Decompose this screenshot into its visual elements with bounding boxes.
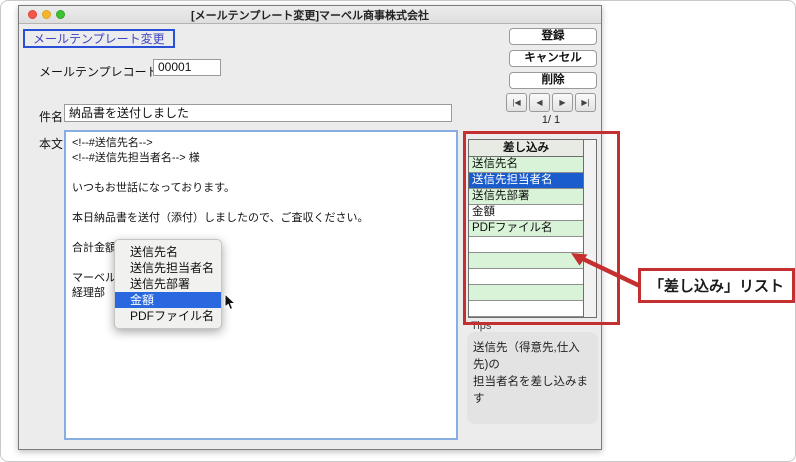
merge-row-recipient-name[interactable]: 送信先名 [469, 157, 583, 173]
minimize-button[interactable] [42, 10, 51, 19]
window-title: [メールテンプレート変更]マーベル商事株式会社 [19, 7, 601, 23]
tips-title: Tips [471, 320, 491, 332]
zoom-button[interactable] [56, 10, 65, 19]
title-bar: [メールテンプレート変更]マーベル商事株式会社 [19, 6, 601, 24]
record-page-indicator: 1/ 1 [506, 114, 596, 126]
menu-item-pdf-filename[interactable]: PDFファイル名 [115, 308, 221, 324]
body-line: 本日納品書を送付（添付）しましたので、ご査収ください。 [72, 211, 450, 226]
body-line: <!--#送信先担当者名--> 様 [72, 151, 450, 166]
close-button[interactable] [28, 10, 37, 19]
tips-text-line: 送信先（得意先,仕入先)の [473, 340, 592, 374]
merge-row-empty[interactable] [469, 253, 583, 269]
next-record-button[interactable]: ▶ [552, 93, 573, 112]
delete-button[interactable]: 削除 [509, 72, 597, 89]
menu-item-recipient-dept[interactable]: 送信先部署 [115, 276, 221, 292]
menu-item-recipient-contact[interactable]: 送信先担当者名 [115, 260, 221, 276]
body-line [72, 196, 450, 211]
menu-item-amount[interactable]: 金額 [115, 292, 221, 308]
mouse-cursor-icon [224, 294, 238, 311]
record-navigator: |◀ ◀ ▶ ▶| [506, 93, 596, 112]
template-code-field[interactable]: 00001 [153, 59, 221, 76]
merge-row-empty[interactable] [469, 301, 583, 317]
screen-name-button[interactable]: メールテンプレート変更 [23, 29, 175, 48]
merge-row-amount[interactable]: 金額 [469, 205, 583, 221]
body-line: <!--#送信先名--> [72, 136, 450, 151]
traffic-lights [28, 10, 65, 19]
body-line [72, 166, 450, 181]
cancel-button[interactable]: キャンセル [509, 50, 597, 67]
template-code-label: メールテンプレコード [39, 63, 159, 80]
merge-row-recipient-dept[interactable]: 送信先部署 [469, 189, 583, 205]
register-button[interactable]: 登録 [509, 28, 597, 45]
body-label: 本文 [39, 135, 63, 152]
tips-panel: 送信先（得意先,仕入先)の 担当者名を差し込みます [467, 332, 598, 424]
merge-row-empty[interactable] [469, 237, 583, 253]
menu-item-recipient-name[interactable]: 送信先名 [115, 244, 221, 260]
merge-row-recipient-contact[interactable]: 送信先担当者名 [469, 173, 583, 189]
subject-field[interactable]: 納品書を送付しました [64, 104, 452, 122]
insert-field-context-menu: 送信先名 送信先担当者名 送信先部署 金額 PDFファイル名 [114, 239, 222, 329]
last-record-button[interactable]: ▶| [575, 93, 596, 112]
tips-text-line: 担当者名を差し込みます [473, 374, 592, 408]
annotation-label: 「差し込み」リスト [638, 268, 795, 303]
mail-template-window: [メールテンプレート変更]マーベル商事株式会社 メールテンプレート変更 登録 キ… [18, 5, 602, 450]
merge-row-pdf-filename[interactable]: PDFファイル名 [469, 221, 583, 237]
subject-label: 件名 [39, 108, 63, 125]
merge-row-empty[interactable] [469, 285, 583, 301]
merge-row-empty[interactable] [469, 269, 583, 285]
body-line: いつもお世話になっております。 [72, 181, 450, 196]
prev-record-button[interactable]: ◀ [529, 93, 550, 112]
merge-list-header: 差し込み [469, 140, 583, 157]
first-record-button[interactable]: |◀ [506, 93, 527, 112]
